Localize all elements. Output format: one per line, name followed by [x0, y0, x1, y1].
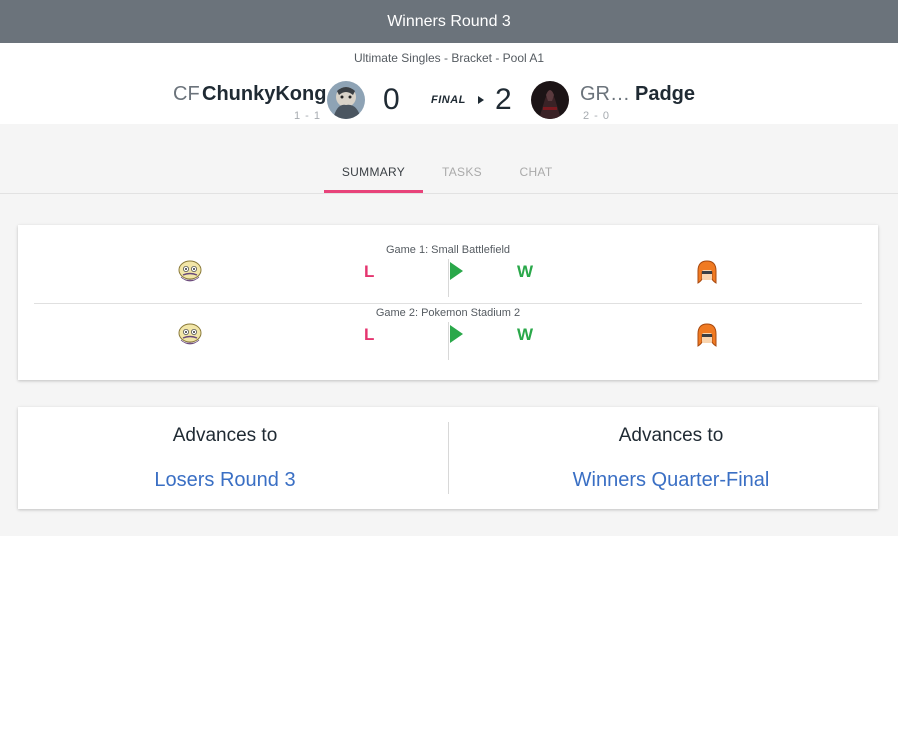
- game2-player1-result: L: [364, 325, 375, 344]
- advances-right-label: Advances to: [618, 425, 724, 446]
- player2-score: 2: [495, 83, 512, 116]
- game1-player2-result: W: [517, 262, 534, 281]
- header-bar: Winners Round 3: [0, 0, 898, 43]
- play-arrow-icon: [450, 262, 463, 280]
- inkling-icon: [692, 257, 722, 287]
- wario-icon: [175, 320, 205, 350]
- game1-player1-result: L: [364, 262, 375, 281]
- game-label: Game 2: Pokemon Stadium 2: [375, 307, 521, 319]
- player2-record: 2 - 0: [583, 110, 611, 122]
- tab-divider: [0, 193, 898, 194]
- tab-chat[interactable]: CHAT: [503, 165, 569, 194]
- player1-name[interactable]: ChunkyKong: [202, 83, 326, 106]
- player2-name[interactable]: Padge: [635, 83, 695, 106]
- tab-tasks[interactable]: TASKS: [426, 165, 498, 194]
- player1-avatar[interactable]: [327, 81, 365, 119]
- active-tab-indicator: [324, 190, 423, 193]
- player2-avatar[interactable]: [531, 81, 569, 119]
- game-label: Game 1: Small Battlefield: [385, 244, 511, 256]
- match-subtitle: Ultimate Singles - Bracket - Pool A1: [353, 51, 545, 65]
- wario-icon: [175, 257, 205, 287]
- game-divider: [448, 322, 449, 360]
- play-arrow-icon: [450, 325, 463, 343]
- game2-player2-result: W: [517, 325, 534, 344]
- advances-left-label: Advances to: [172, 425, 278, 446]
- game-divider: [448, 259, 449, 297]
- match-status: FINAL: [431, 94, 466, 106]
- player1-score: 0: [383, 83, 400, 116]
- advances-divider: [448, 422, 449, 494]
- winners-quarter-final-link[interactable]: Winners Quarter-Final: [464, 469, 878, 492]
- player1-record: 1 - 1: [294, 110, 322, 122]
- status-arrow-icon: [478, 96, 484, 104]
- round-title: Winners Round 3: [387, 12, 511, 30]
- player1-tag: CF: [173, 83, 200, 105]
- losers-round-link[interactable]: Losers Round 3: [18, 469, 432, 492]
- inkling-icon: [692, 320, 722, 350]
- player2-tag: GR…: [580, 83, 630, 105]
- game-separator: [34, 303, 862, 304]
